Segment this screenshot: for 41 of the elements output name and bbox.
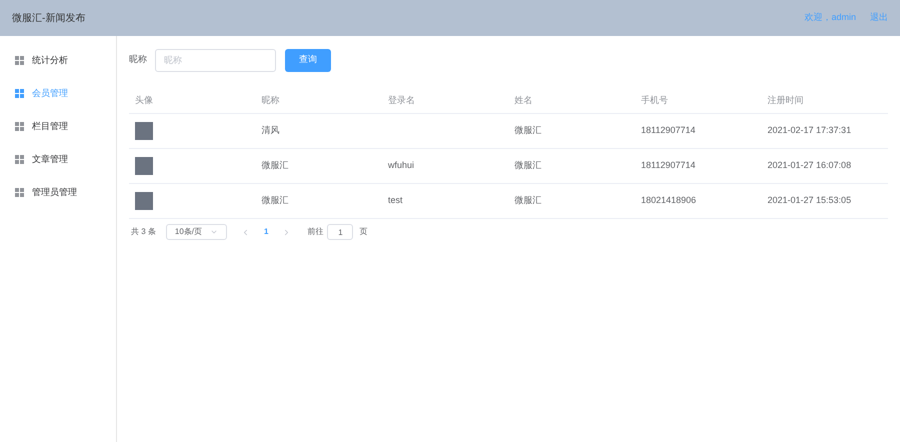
- grid-icon: [15, 122, 24, 131]
- table-cell: 2021-01-27 16:07:08: [768, 160, 852, 170]
- avatar-placeholder: [135, 192, 153, 210]
- table-cell: 18021418906: [641, 195, 696, 206]
- sidebar-item[interactable]: 栏目管理: [0, 110, 116, 143]
- sidebar-item[interactable]: 文章管理: [0, 143, 116, 176]
- table-cell: 2021-02-17 17:37:31: [768, 125, 852, 136]
- page-input[interactable]: 1: [327, 224, 354, 240]
- field-label: 昵称: [129, 53, 147, 66]
- column-header: 头像: [134, 94, 154, 107]
- table-cell: wfuhui: [388, 160, 414, 170]
- sidebar-item[interactable]: 统计分析: [0, 44, 116, 77]
- total-count: 共 3 条: [130, 226, 156, 238]
- column-header: 手机号: [640, 94, 669, 107]
- table-cell: 微服汇: [262, 195, 288, 206]
- caret-icon: [210, 228, 218, 236]
- column-header: 登录名: [387, 94, 416, 107]
- nickname-input[interactable]: 昵称: [155, 48, 276, 72]
- table-cell: 微服汇: [514, 160, 542, 170]
- table-cell: 2021-01-27 15:53:05: [768, 195, 852, 206]
- avatar-placeholder: [135, 122, 153, 140]
- table-cell: 18112907714: [641, 160, 696, 170]
- grid-icon: [15, 56, 24, 65]
- table-cell: 18112907714: [641, 125, 696, 136]
- avatar-placeholder: [135, 157, 153, 175]
- grid-icon: [15, 155, 24, 164]
- table-cell: 清风: [262, 125, 280, 136]
- column-header: 注册时间: [766, 94, 804, 107]
- page-size-select[interactable]: 10条/页: [166, 224, 228, 240]
- app-title: 微服汇-新闻发布: [12, 12, 86, 26]
- table-cell: 微服汇: [262, 160, 288, 170]
- column-header: 昵称: [260, 94, 280, 107]
- column-header: 姓名: [514, 94, 534, 107]
- grid-icon: [15, 89, 24, 98]
- page-suffix: 页: [359, 226, 368, 238]
- table-cell: 微服汇: [514, 125, 542, 136]
- sidebar-item[interactable]: 管理员管理: [0, 176, 116, 209]
- table-cell: 微服汇: [514, 195, 542, 206]
- table-cell: test: [388, 195, 403, 206]
- grid-icon: [15, 188, 24, 197]
- goto-label: 前往: [307, 226, 324, 238]
